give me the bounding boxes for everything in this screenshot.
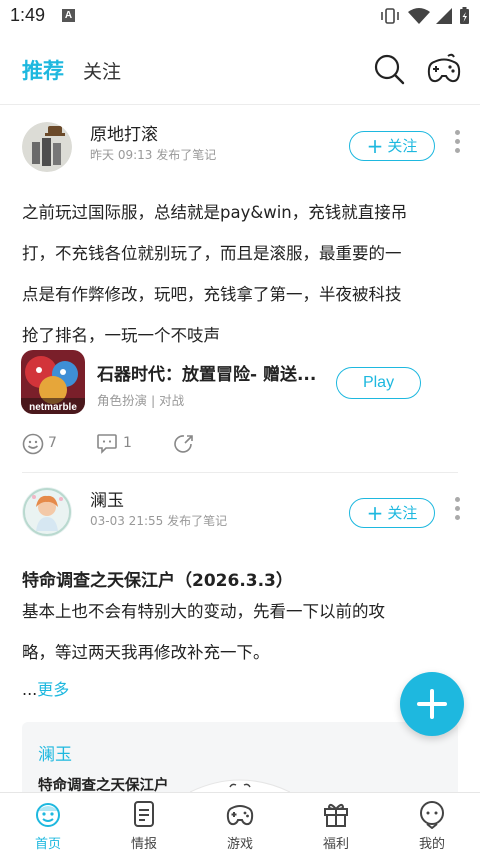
game-tags: 角色扮演 | 对战 — [97, 393, 185, 408]
nav-label-games: 游戏 — [226, 837, 253, 852]
status-bar: 1:49 A — [0, 0, 480, 32]
news-icon — [134, 801, 154, 827]
top-divider — [0, 104, 480, 105]
post-meta: 03-03 21:55 发布了笔记 — [90, 514, 228, 528]
post-username[interactable]: 原地打滚 — [90, 120, 158, 145]
follow-button[interactable]: + 关注 — [349, 131, 435, 161]
share-icon[interactable] — [173, 433, 195, 455]
more-link[interactable]: ...更多 — [22, 676, 69, 700]
nav-label-benefits: 福利 — [322, 837, 349, 852]
vibrate-icon — [381, 8, 399, 24]
more-label: 更多 — [37, 680, 70, 699]
signal-icon — [436, 8, 452, 24]
like-count: 7 — [48, 435, 57, 451]
post-text-line: 之前玩过国际服，总结就是pay&win，充钱就直接吊 — [22, 203, 408, 222]
game-controller-icon[interactable] — [426, 52, 462, 86]
battery-icon — [460, 7, 469, 24]
more-options-icon[interactable] — [453, 130, 461, 158]
post-body: 之前玩过国际服，总结就是pay&win，充钱就直接吊 打，不充钱各位就别玩了，而… — [22, 192, 462, 356]
status-icons — [381, 7, 469, 24]
post-text-line: 基本上也不会有特别大的变动，先看一下以前的攻 — [22, 602, 385, 621]
post-meta: 昨天 09:13 发布了笔记 — [90, 148, 217, 162]
post-text-line: 略，等过两天我再修改补充一下。 — [22, 643, 270, 662]
post-body: 基本上也不会有特别大的变动，先看一下以前的攻 略，等过两天我再修改补充一下。 — [22, 591, 462, 673]
nav-item-home[interactable]: 首页 — [8, 793, 88, 853]
post-title[interactable]: 特命调查之天保江户（2026.3.3） — [22, 566, 293, 591]
plus-icon: + — [366, 134, 384, 158]
like-smile-icon[interactable] — [22, 433, 44, 455]
gift-icon — [324, 803, 348, 827]
comment-count: 1 — [123, 435, 132, 451]
follow-label: 关注 — [387, 137, 418, 155]
avatar-image — [22, 122, 72, 172]
more-options-icon[interactable] — [453, 497, 461, 525]
follow-button[interactable]: + 关注 — [349, 498, 435, 528]
nav-item-benefits[interactable]: 福利 — [296, 793, 376, 853]
wifi-icon — [408, 8, 430, 24]
home-face-icon — [36, 803, 60, 827]
post-text-line: 点是有作弊修改，玩吧，充钱拿了第一，半夜被科技 — [22, 285, 402, 304]
create-post-button[interactable] — [400, 672, 464, 736]
game-app-icon[interactable]: netmarble — [21, 350, 85, 414]
nav-label-profile: 我的 — [418, 837, 445, 852]
avatar-image — [22, 487, 72, 537]
comment-icon[interactable] — [96, 432, 118, 454]
play-button[interactable]: Play — [336, 367, 421, 399]
more-ellipsis: ... — [22, 680, 38, 699]
top-bar: 推荐 关注 — [0, 46, 480, 96]
avatar[interactable] — [22, 487, 72, 537]
quote-author: 澜玉 — [38, 745, 72, 765]
post-text-line: 抢了排名，一玩一个不吱声 — [22, 326, 220, 345]
nav-item-profile[interactable]: 我的 — [392, 793, 472, 853]
nav-item-news[interactable]: 情报 — [104, 793, 184, 853]
nav-label-news: 情报 — [130, 837, 157, 852]
post-text-line: 打，不充钱各位就别玩了，而且是滚服，最重要的一 — [22, 244, 402, 263]
notification-icon: A — [62, 9, 75, 22]
nav-label-home: 首页 — [34, 837, 61, 852]
plus-icon — [417, 689, 447, 719]
plus-icon: + — [366, 501, 384, 525]
game-title[interactable]: 石器时代：放置冒险- 赠送... — [97, 360, 316, 385]
tab-recommend[interactable]: 推荐 — [22, 55, 64, 85]
nav-center-bump — [190, 779, 290, 793]
post-username[interactable]: 澜玉 — [90, 486, 124, 511]
follow-label: 关注 — [387, 504, 418, 522]
search-icon[interactable] — [372, 52, 406, 86]
post-divider — [22, 472, 458, 473]
tab-follow[interactable]: 关注 — [83, 57, 121, 84]
status-time: 1:49 — [10, 5, 46, 25]
avatar[interactable] — [22, 122, 72, 172]
game-icon-text: netmarble — [29, 402, 77, 413]
profile-face-icon — [420, 801, 444, 829]
